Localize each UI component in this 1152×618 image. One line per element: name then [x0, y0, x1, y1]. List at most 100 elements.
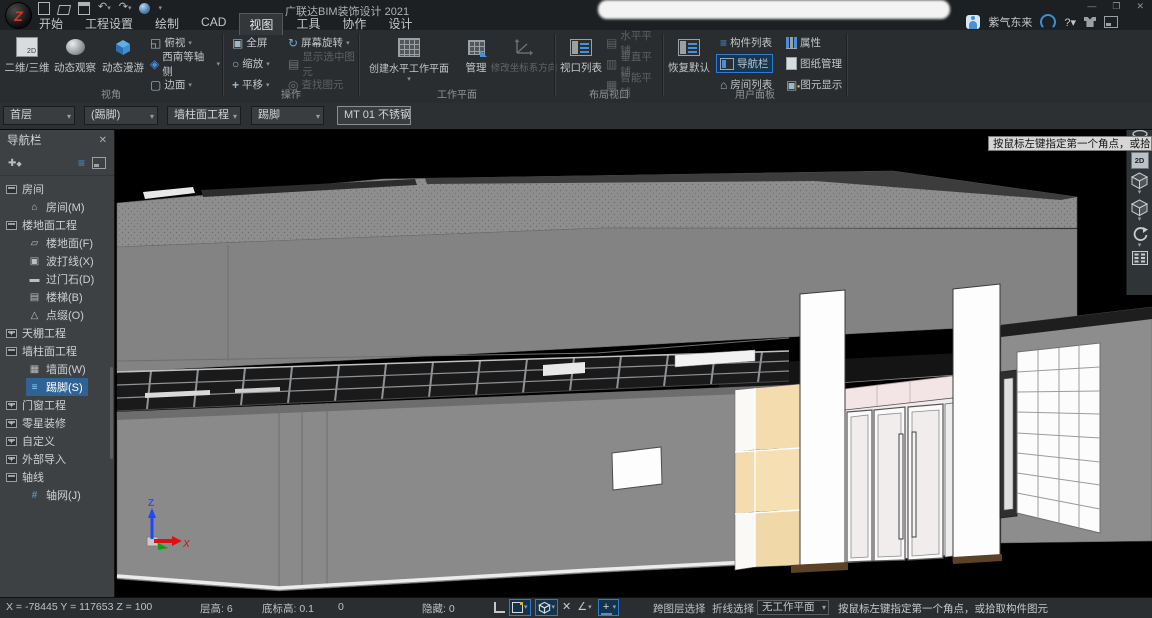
building-lower-wall	[117, 385, 789, 591]
component-list-icon: ≡	[720, 37, 727, 49]
panel-view-icon[interactable]	[92, 157, 106, 169]
tab-collaborate[interactable]: 协作	[333, 13, 375, 35]
restore-icon[interactable]: ❐	[1112, 1, 1120, 12]
tab-view[interactable]: 视图	[239, 13, 283, 35]
tab-design[interactable]: 设计	[379, 13, 421, 35]
door-stone-icon: ▬	[28, 274, 41, 285]
3d-snap-toggle[interactable]: ▾	[535, 599, 559, 616]
project-type-select[interactable]: 墙柱面工程	[167, 106, 241, 125]
theme-icon[interactable]	[1084, 17, 1096, 27]
workspace-panel-icon[interactable]	[1104, 16, 1118, 28]
cross-layer-select-button[interactable]: 跨图层选择	[653, 601, 706, 616]
polyline-select-button[interactable]: 折线选择	[712, 601, 754, 616]
tab-start[interactable]: 开始	[30, 13, 72, 35]
app-logo-icon[interactable]: Z	[5, 2, 32, 29]
border-line-icon: ▣	[28, 256, 41, 267]
group-open-icon	[6, 347, 17, 356]
pin-icon[interactable]: ✚◆	[8, 158, 22, 169]
ortho-icon[interactable]	[494, 602, 505, 613]
tab-draw[interactable]: 绘制	[146, 13, 188, 35]
manage-grid-icon	[468, 40, 485, 55]
customize-toolbar-icon[interactable]: ▾	[158, 4, 162, 12]
orbit-button[interactable]: 动态观察	[52, 32, 98, 88]
tree-group-external-import[interactable]: 外部导入	[0, 450, 114, 468]
zoom-button[interactable]: ○ 缩放▾	[232, 55, 270, 72]
component-select[interactable]: 踢脚	[251, 106, 324, 125]
show-selected-button[interactable]: ▤ 显示选中图元	[288, 55, 356, 72]
tree-item-stairs[interactable]: ▤楼梯(B)	[0, 288, 114, 306]
list-view-icon[interactable]: ≡	[78, 158, 85, 168]
sync-icon[interactable]	[139, 3, 150, 14]
component-list-button[interactable]: ≡ 构件列表	[720, 34, 772, 51]
tree-group-custom[interactable]: 自定义	[0, 432, 114, 450]
restore-default-button[interactable]: 恢复默认	[666, 32, 712, 88]
chevron-down-icon[interactable]: ▾	[1138, 243, 1142, 249]
help-icon[interactable]: ?▾	[1064, 16, 1076, 29]
tree-item-accent[interactable]: △点缀(O)	[0, 306, 114, 324]
view-list-icon[interactable]	[1132, 251, 1148, 265]
tan-tile-wall	[735, 384, 801, 570]
sidebar-scrollbar[interactable]	[110, 367, 113, 459]
tree-group-ceiling-works[interactable]: 天棚工程	[0, 324, 114, 342]
wall-icon: ▦	[28, 364, 41, 375]
tree-item-door-stone[interactable]: ▬过门石(D)	[0, 270, 114, 288]
walkthrough-button[interactable]: 动态漫游	[100, 32, 146, 88]
modify-axis-button[interactable]: 修改坐标系方向	[488, 32, 560, 88]
coordinates-readout: X = -78445 Y = 117653 Z = 100	[6, 601, 152, 613]
minimize-icon[interactable]: —	[1087, 1, 1096, 12]
tree-group-wall-works[interactable]: 墙柱面工程	[0, 342, 114, 360]
viewport-list-button[interactable]: 视口列表	[558, 32, 604, 88]
building-model: Z X	[115, 129, 1152, 597]
create-workplane-button[interactable]: 创建水平工作平面 ▾	[362, 32, 456, 88]
navbar-toggle-button[interactable]: 导航栏	[716, 54, 773, 73]
region-select[interactable]: (踢脚)	[84, 106, 158, 125]
ribbon-group-user-panel: 恢复默认 ≡ 构件列表 导航栏 ⌂ 房间列表 属性 图纸管理 ▣ 图元显示 用户…	[666, 30, 844, 102]
toggle-2d-3d-button[interactable]: 2D 二维/三维	[4, 32, 50, 88]
tree-group-door-window[interactable]: 门窗工程	[0, 396, 114, 414]
group-open-icon	[6, 473, 17, 482]
ribbon-tabs: 开始 工程设置 绘制 CAD 视图 工具 协作 设计	[30, 13, 421, 35]
tree-item-skirting[interactable]: ≡踢脚(S)	[0, 378, 114, 396]
rotate-view-icon[interactable]	[1131, 225, 1149, 243]
tab-cad[interactable]: CAD	[192, 13, 235, 35]
floor-select[interactable]: 首层	[3, 106, 75, 125]
material-select[interactable]: MT 01 不锈钢踢	[337, 106, 411, 125]
angle-snap-toggle[interactable]: ∠▾	[575, 600, 593, 615]
tree-group-axis[interactable]: 轴线	[0, 468, 114, 486]
group-closed-icon	[6, 401, 17, 410]
user-avatar[interactable]	[966, 15, 980, 29]
selection-box-toggle[interactable]: ▾	[509, 599, 531, 616]
tree-item-wall-face[interactable]: ▦墙面(W)	[0, 360, 114, 378]
sw-isometric-button[interactable]: ◈ 西南等轴侧▾	[150, 55, 220, 72]
model-viewport[interactable]: Z X 2D ▾ ▾ ▾	[115, 129, 1152, 597]
chevron-down-icon[interactable]: ▾	[1138, 217, 1142, 223]
selector-bar: 首层 (踢脚) 墙柱面工程 踢脚 MT 01 不锈钢踢	[0, 103, 1152, 130]
tree-item-grid[interactable]: #轴网(J)	[0, 486, 114, 504]
cube-view-icon[interactable]	[1130, 171, 1149, 190]
tab-tools[interactable]: 工具	[287, 13, 329, 35]
axis-icon	[514, 38, 534, 56]
user-name[interactable]: 紫气东来	[988, 14, 1032, 30]
h-tile-icon: ▤	[606, 37, 617, 49]
cube-view-icon[interactable]	[1130, 198, 1149, 217]
tree-item-border-line[interactable]: ▣波打线(X)	[0, 252, 114, 270]
workplane-select[interactable]: 无工作平面	[757, 600, 829, 615]
fullscreen-button[interactable]: ▣ 全屏	[232, 34, 267, 51]
close-icon[interactable]: ✕	[1136, 1, 1144, 12]
tree-group-misc-decor[interactable]: 零星装修	[0, 414, 114, 432]
chevron-down-icon[interactable]: ▾	[1138, 190, 1142, 196]
magnifier-icon: ○	[232, 58, 239, 70]
properties-button[interactable]: 属性	[786, 34, 821, 51]
extension-snap-toggle[interactable]: +▾	[598, 599, 620, 616]
2d-view-button[interactable]: 2D	[1131, 152, 1149, 169]
tree-group-floor-works[interactable]: 楼地面工程	[0, 216, 114, 234]
tree-item-floor[interactable]: ▱楼地面(F)	[0, 234, 114, 252]
service-icon[interactable]	[1040, 14, 1056, 30]
tree-group-room[interactable]: 房间	[0, 180, 114, 198]
tab-project-settings[interactable]: 工程设置	[76, 13, 142, 35]
disable-snap-icon[interactable]: ✕	[562, 602, 571, 613]
tree-item-room[interactable]: ⌂房间(M)	[0, 198, 114, 216]
hidden-count-readout: 隐藏: 0	[422, 601, 455, 616]
panel-close-icon[interactable]: ✕	[99, 135, 107, 146]
drawing-management-button[interactable]: 图纸管理	[786, 55, 842, 72]
